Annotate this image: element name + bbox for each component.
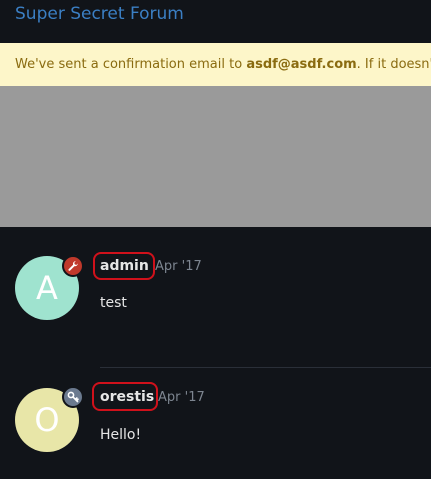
post-body: test [100,295,127,311]
confirmation-notice: We've sent a confirmation email to asdf@… [0,43,431,86]
post-body: Hello! [100,427,142,443]
wrench-icon [67,257,79,276]
avatar-letter: O [34,401,60,439]
banner-image [0,86,431,227]
notice-email: asdf@asdf.com [246,57,357,72]
post-date[interactable]: Apr '17 [155,259,202,274]
site-title[interactable]: Super Secret Forum [15,4,184,24]
post-divider [100,367,431,368]
key-icon [67,388,79,407]
site-header: Super Secret Forum [0,0,431,43]
username[interactable]: orestis [100,389,154,405]
group-badge [62,386,84,408]
post-date[interactable]: Apr '17 [158,390,205,405]
notice-suffix: . If it doesn't arriv [356,57,431,72]
notice-prefix: We've sent a confirmation email to [15,57,247,72]
username[interactable]: admin [100,258,149,274]
moderator-badge [62,255,84,277]
avatar-letter: A [36,269,58,307]
notice-text: We've sent a confirmation email to asdf@… [15,57,431,72]
